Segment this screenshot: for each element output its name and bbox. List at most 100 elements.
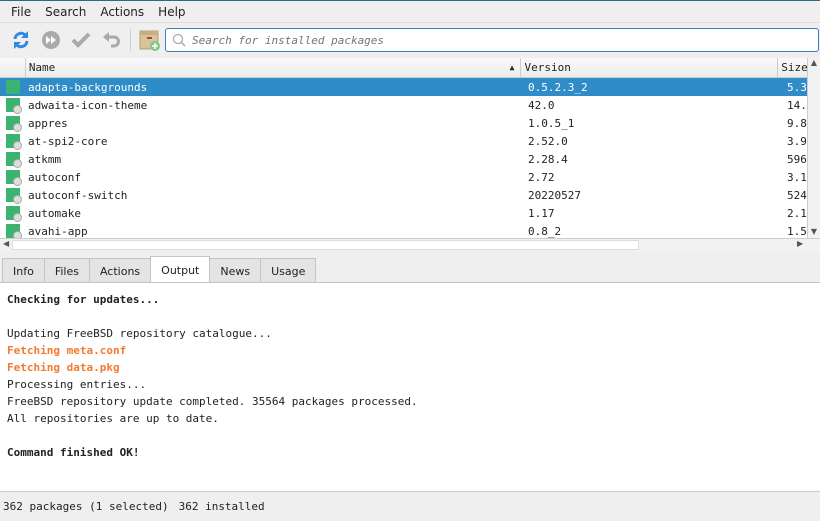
- scroll-right-icon[interactable]: ▶: [797, 239, 803, 248]
- apply-button[interactable]: [66, 26, 96, 54]
- package-version: 1.0.5_1: [528, 116, 575, 130]
- package-icon: [5, 116, 22, 132]
- column-size[interactable]: Size: [777, 58, 807, 77]
- search-input[interactable]: [192, 33, 792, 47]
- tab-actions[interactable]: Actions: [88, 258, 152, 283]
- output-line: All repositories are up to date.: [7, 412, 219, 425]
- menu-file[interactable]: File: [4, 5, 38, 19]
- output-line: Fetching meta.conf: [7, 344, 127, 357]
- refresh-button[interactable]: [6, 26, 36, 54]
- table-row[interactable]: avahi-app 0.8_2 1.5: [0, 222, 807, 238]
- search-icon: [172, 33, 186, 47]
- package-icon: [5, 98, 22, 114]
- package-version: 2.72: [528, 170, 555, 184]
- vertical-scrollbar[interactable]: ▲ ▼: [807, 58, 820, 238]
- status-installed: 362 installed: [178, 500, 265, 513]
- package-version: 20220527: [528, 188, 581, 202]
- column-size-label: Size: [781, 61, 807, 74]
- table-row[interactable]: atkmm 2.28.4 596: [0, 150, 807, 168]
- sort-ascending-icon: ▲: [509, 63, 515, 72]
- scroll-thumb[interactable]: [12, 240, 639, 250]
- column-version[interactable]: Version: [520, 58, 777, 77]
- output-line: Fetching data.pkg: [7, 361, 120, 374]
- menu-actions[interactable]: Actions: [93, 5, 151, 19]
- tab-news[interactable]: News: [209, 258, 262, 283]
- package-table: Name ▲ Version Size adapta-backgrounds 0.5…: [0, 58, 807, 238]
- package-version: 0.5.2.3_2: [528, 80, 588, 94]
- package-name: appres: [28, 116, 68, 130]
- package-size: 596: [787, 152, 807, 166]
- toolbar-separator: [130, 28, 131, 51]
- tab-info[interactable]: Info: [2, 258, 45, 283]
- menu-bar: File Search Actions Help: [0, 1, 820, 23]
- tab-output[interactable]: Output: [150, 256, 211, 283]
- package-icon: [5, 80, 20, 94]
- package-name: autoconf-switch: [28, 188, 128, 202]
- package-icon: [5, 206, 22, 222]
- output-line: FreeBSD repository update completed. 355…: [7, 395, 418, 408]
- status-packages: 362 packages (1 selected): [3, 500, 169, 513]
- checkmark-icon: [71, 32, 91, 48]
- package-version: 0.8_2: [528, 224, 562, 238]
- table-row[interactable]: autoconf 2.72 3.1: [0, 168, 807, 186]
- table-row[interactable]: appres 1.0.5_1 9.8: [0, 114, 807, 132]
- install-package-button[interactable]: [135, 26, 165, 54]
- scroll-up-icon[interactable]: ▲: [808, 58, 820, 67]
- package-icon: [5, 152, 22, 168]
- column-name-label: Name: [28, 61, 56, 74]
- package-add-icon: [139, 30, 160, 51]
- package-name: avahi-app: [28, 224, 88, 238]
- column-version-label: Version: [524, 61, 571, 74]
- scroll-down-icon[interactable]: ▼: [808, 227, 820, 236]
- fast-forward-icon: [42, 30, 60, 49]
- package-name: autoconf: [28, 170, 81, 184]
- tab-usage[interactable]: Usage: [260, 258, 317, 283]
- menu-search[interactable]: Search: [38, 5, 93, 19]
- package-size: 1.5: [787, 224, 807, 238]
- package-size: 2.1: [787, 206, 807, 220]
- scroll-left-icon[interactable]: ◀: [3, 239, 9, 248]
- table-row[interactable]: at-spi2-core 2.52.0 3.9: [0, 132, 807, 150]
- undo-icon: [103, 31, 120, 47]
- package-name: atkmm: [28, 152, 62, 166]
- table-row[interactable]: adwaita-icon-theme 42.0 14.: [0, 96, 807, 114]
- output-line: Processing entries...: [7, 378, 147, 391]
- package-version: 1.17: [528, 206, 555, 220]
- package-icon: [5, 188, 22, 204]
- undo-button[interactable]: [96, 26, 126, 54]
- package-size: 3.9: [787, 134, 807, 148]
- table-row[interactable]: adapta-backgrounds 0.5.2.3_2 5.3: [0, 78, 807, 96]
- package-size: 9.8: [787, 116, 807, 130]
- table-row[interactable]: automake 1.17 2.1: [0, 204, 807, 222]
- output-line: Command finished OK!: [7, 446, 140, 459]
- menu-help[interactable]: Help: [151, 5, 192, 19]
- refresh-icon: [13, 30, 29, 49]
- package-icon: [5, 224, 22, 238]
- package-name: automake: [28, 206, 81, 220]
- package-size: 5.3: [787, 80, 807, 94]
- output-line: Updating FreeBSD repository catalogue...: [7, 327, 272, 340]
- package-icon: [5, 170, 22, 186]
- output-line: Checking for updates...: [7, 293, 160, 306]
- package-name: adwaita-icon-theme: [28, 98, 148, 112]
- package-version: 2.52.0: [528, 134, 568, 148]
- column-icon: [0, 58, 25, 77]
- table-header: Name ▲ Version Size: [0, 58, 807, 78]
- table-row[interactable]: autoconf-switch 20220527 524: [0, 186, 807, 204]
- horizontal-scrollbar[interactable]: ◀ ▶: [0, 238, 820, 251]
- detail-tabs: Info Files Actions Output News Usage: [0, 256, 317, 283]
- tab-files[interactable]: Files: [43, 258, 90, 283]
- search-field[interactable]: [165, 28, 819, 52]
- package-size: 14.: [787, 98, 807, 112]
- status-bar: 362 packages (1 selected) 362 installed: [0, 491, 820, 521]
- column-name[interactable]: Name ▲: [24, 58, 521, 77]
- package-name: adapta-backgrounds: [28, 80, 148, 94]
- package-version: 2.28.4: [528, 152, 568, 166]
- package-icon: [5, 134, 22, 150]
- upgrade-button[interactable]: [36, 26, 66, 54]
- package-size: 3.1: [787, 170, 807, 184]
- output-log: Checking for updates... Updating FreeBSD …: [0, 282, 820, 491]
- package-version: 42.0: [528, 98, 555, 112]
